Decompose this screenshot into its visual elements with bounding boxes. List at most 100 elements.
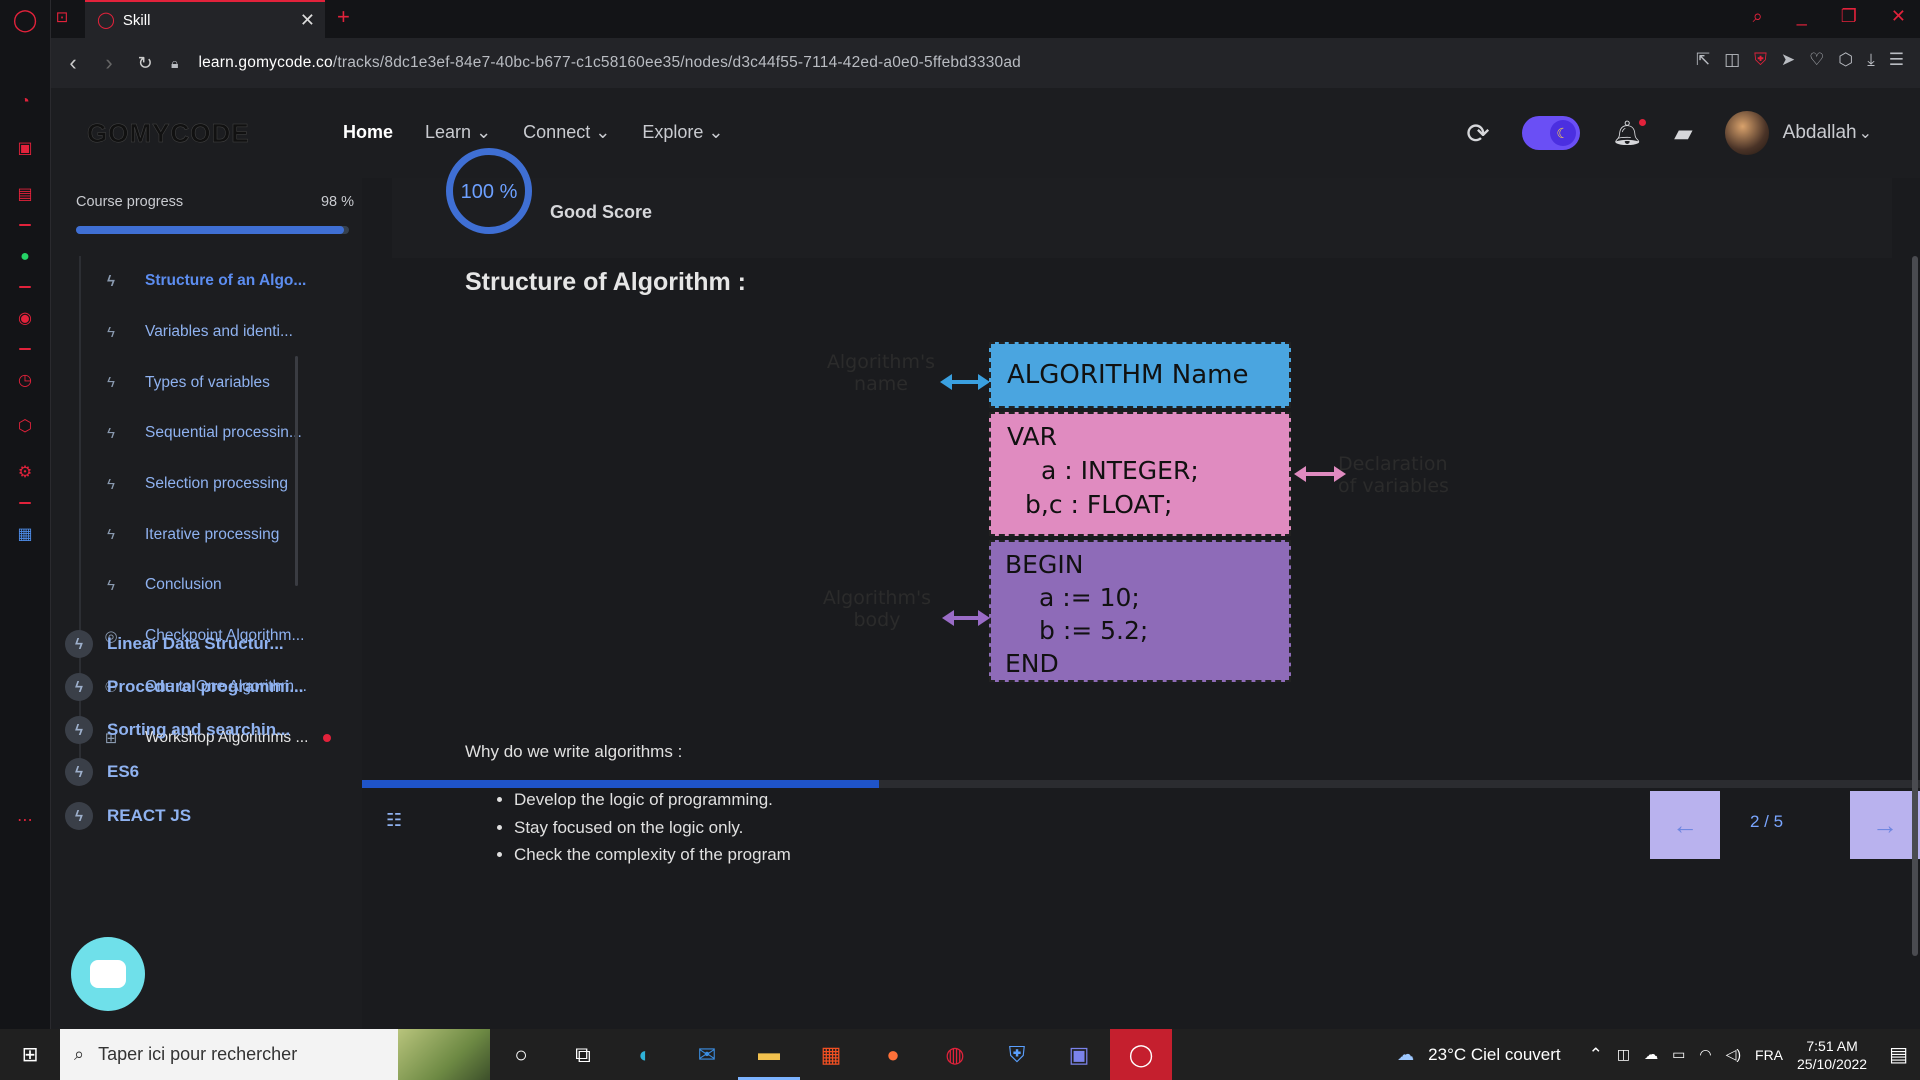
mail-icon[interactable]: ✉ bbox=[676, 1029, 738, 1080]
battery-icon[interactable]: ▭ bbox=[1672, 1046, 1685, 1063]
chevron-down-icon: ⌄ bbox=[708, 122, 724, 142]
wifi-icon[interactable]: ◠ bbox=[1699, 1046, 1711, 1063]
new-tab-icon[interactable]: + bbox=[337, 4, 350, 30]
next-page-button[interactable]: → bbox=[1850, 791, 1920, 859]
search-tabs-icon[interactable]: ⌕ bbox=[1753, 6, 1763, 27]
lesson-label: Sequential processin... bbox=[145, 424, 302, 442]
browser-tab[interactable]: ◯ Skill ✕ bbox=[85, 0, 325, 38]
translate-icon[interactable]: ▦ bbox=[13, 522, 37, 546]
shield-icon[interactable]: ⛨ bbox=[1754, 50, 1767, 70]
whatsapp-icon[interactable]: ● bbox=[13, 245, 37, 269]
lesson-item[interactable]: ϟ Structure of an Algo... bbox=[81, 256, 341, 307]
module-item[interactable]: ϟ Procedural programmi... bbox=[65, 673, 304, 701]
lesson-item[interactable]: ϟ Sequential processin... bbox=[81, 408, 341, 459]
gomycode-logo[interactable]: GOMYCODE bbox=[87, 118, 250, 149]
firefox-icon[interactable]: ● bbox=[862, 1029, 924, 1080]
more-icon[interactable]: ⋯ bbox=[13, 808, 37, 832]
bolt-icon: ϟ bbox=[107, 526, 115, 544]
separator bbox=[19, 286, 31, 288]
language-indicator[interactable]: FRA bbox=[1755, 1047, 1783, 1063]
lesson-item[interactable]: ϟ Conclusion bbox=[81, 560, 341, 611]
close-tab-icon[interactable]: ✕ bbox=[300, 10, 315, 31]
opera-logo-icon[interactable]: ◯ bbox=[13, 7, 38, 32]
meet-icon[interactable]: ◫ bbox=[1617, 1046, 1630, 1063]
bolt-icon: ϟ bbox=[65, 716, 93, 744]
module-item[interactable]: ϟ ES6 bbox=[65, 758, 139, 786]
edge-icon[interactable]: ◐ bbox=[614, 1029, 676, 1080]
user-menu[interactable]: Abdallah ⌄ bbox=[1724, 111, 1872, 155]
player-icon[interactable]: ◉ bbox=[13, 306, 37, 330]
algorithm-structure-diagram: Algorithm's name ALGORITHM Name VAR a : … bbox=[816, 342, 1576, 702]
score-label: Good Score bbox=[550, 202, 653, 222]
chevron-up-icon[interactable]: ⌃ bbox=[1589, 1045, 1603, 1065]
lesson-item[interactable]: ϟ Iterative processing bbox=[81, 509, 341, 560]
opera-gx-icon[interactable]: ◍ bbox=[924, 1029, 986, 1080]
messages-icon[interactable]: ▰ bbox=[1674, 119, 1692, 148]
nav-explore[interactable]: Explore ⌄ bbox=[642, 122, 723, 143]
weather-text[interactable]: 23°C Ciel couvert bbox=[1428, 1045, 1560, 1065]
briefcase-icon[interactable]: ▣ bbox=[13, 136, 37, 160]
notification-bell-icon[interactable]: 🔔︎ bbox=[1612, 118, 1647, 148]
nav-home[interactable]: Home bbox=[343, 122, 393, 143]
volume-icon[interactable]: ◁) bbox=[1726, 1046, 1741, 1063]
vpn-icon[interactable]: ⛨ bbox=[986, 1029, 1048, 1080]
nav-learn[interactable]: Learn ⌄ bbox=[425, 122, 491, 143]
settings-icon[interactable]: ⚙ bbox=[13, 460, 37, 484]
opera-icon[interactable]: ◯ bbox=[1110, 1029, 1172, 1080]
menu-icon[interactable]: ☰ bbox=[1889, 50, 1904, 70]
weather-icon[interactable]: ☁ bbox=[1397, 1045, 1414, 1065]
previous-page-button[interactable]: ← bbox=[1650, 791, 1720, 859]
moon-icon: ☾ bbox=[1549, 120, 1576, 146]
progress-value: 98 % bbox=[320, 194, 354, 210]
support-chat-button[interactable] bbox=[71, 937, 145, 1011]
speed-dial-icon[interactable]: ◔ bbox=[13, 90, 37, 114]
module-item[interactable]: ϟ Linear Data Structur... bbox=[65, 630, 284, 658]
camera-icon[interactable]: ◫ bbox=[1724, 50, 1740, 70]
url-domain: learn.gomycode.co bbox=[198, 54, 333, 71]
why-algorithms-heading: Why do we write algorithms : bbox=[465, 742, 683, 761]
box-icon[interactable]: ⬡ bbox=[1838, 50, 1853, 70]
twitch-icon[interactable]: ▤ bbox=[13, 182, 37, 206]
score-panel: 100 % Good Score bbox=[392, 148, 1892, 258]
sidebar-scrollbar[interactable] bbox=[295, 356, 298, 586]
gamepad-icon[interactable]: ⊡ bbox=[51, 8, 73, 26]
content-scrollbar[interactable] bbox=[1912, 256, 1918, 956]
taskbar-search[interactable]: ⌕ Taper ici pour rechercher bbox=[60, 1029, 490, 1080]
table-of-contents-icon[interactable]: ☷ bbox=[386, 810, 402, 831]
nav-connect[interactable]: Connect ⌄ bbox=[523, 122, 610, 143]
forward-icon[interactable]: › bbox=[91, 45, 127, 81]
teams-icon[interactable]: ▣ bbox=[1048, 1029, 1110, 1080]
cube-icon[interactable]: ⬡ bbox=[13, 414, 37, 438]
close-window-icon[interactable]: ✕ bbox=[1891, 6, 1906, 27]
history-icon[interactable]: ◷ bbox=[13, 368, 37, 392]
file-explorer-icon[interactable]: ▬ bbox=[738, 1029, 800, 1080]
lesson-item[interactable]: ϟ Types of variables bbox=[81, 357, 341, 408]
cortana-icon[interactable]: ○ bbox=[490, 1029, 552, 1080]
progress-label: Course progress bbox=[76, 194, 184, 210]
bolt-icon: ϟ bbox=[107, 272, 115, 290]
share-icon[interactable]: ⇱ bbox=[1696, 50, 1710, 70]
minimize-icon[interactable]: _ bbox=[1797, 6, 1807, 27]
back-icon[interactable]: ‹ bbox=[55, 45, 91, 81]
lesson-item[interactable]: ϟ Selection processing bbox=[81, 459, 341, 510]
restore-icon[interactable]: ❐ bbox=[1841, 6, 1857, 27]
label-declaration: Declaration of variables bbox=[1338, 453, 1449, 497]
progress-bar bbox=[76, 226, 349, 234]
windows-start-icon[interactable]: ⊞ bbox=[0, 1029, 60, 1080]
reload-icon[interactable]: ↻ bbox=[127, 45, 163, 81]
lesson-item[interactable]: ϟ Variables and identi... bbox=[81, 307, 341, 358]
store-icon[interactable]: ▦ bbox=[800, 1029, 862, 1080]
sync-icon[interactable]: ⟳ bbox=[1466, 117, 1489, 150]
download-icon[interactable]: ⤓ bbox=[1867, 50, 1875, 70]
heart-icon[interactable]: ♡ bbox=[1809, 50, 1824, 70]
module-item[interactable]: ϟ Sorting and searchin... bbox=[65, 716, 290, 744]
clock-time: 7:51 AM bbox=[1806, 1037, 1858, 1054]
task-view-icon[interactable]: ⧉ bbox=[552, 1029, 614, 1080]
onedrive-icon[interactable]: ☁ bbox=[1644, 1046, 1658, 1063]
send-icon[interactable]: ➤ bbox=[1781, 50, 1795, 70]
url-field[interactable]: learn.gomycode.co/tracks/8dc1e3ef-84e7-4… bbox=[198, 54, 1021, 72]
dark-mode-toggle[interactable]: ☾ bbox=[1521, 116, 1580, 150]
notifications-icon[interactable]: ▤ bbox=[1889, 1042, 1908, 1067]
clock[interactable]: 7:51 AM 25/10/2022 bbox=[1797, 1037, 1867, 1073]
module-item[interactable]: ϟ REACT JS bbox=[65, 802, 191, 830]
